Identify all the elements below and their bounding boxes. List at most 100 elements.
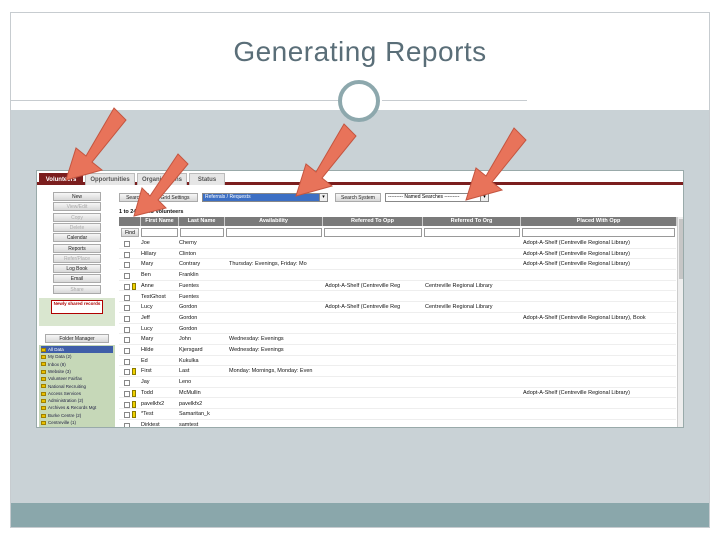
cell-first: Dirktest [141,421,160,428]
cell-first: Hillary [141,250,157,257]
row-checkbox[interactable] [124,401,130,408]
grid-scrollbar[interactable] [677,217,683,427]
folder-item[interactable]: Administration (2) [41,397,83,404]
row-checkbox[interactable] [124,251,130,258]
table-row[interactable]: Hilde Kjersgard Wednesday: Evenings [119,345,676,356]
table-row[interactable]: Lucy Gordon [119,324,676,335]
folder-label: Volunteer Fairfax [48,376,83,382]
cell-placed: Adopt-A-Shelf (Centreville Regional Libr… [523,261,630,268]
row-checkbox[interactable] [124,380,130,387]
table-row[interactable]: Ben Franklin [119,270,676,281]
folder-label: My Data (2) [48,354,72,360]
filter-referred-to-opp[interactable] [324,228,422,237]
table-row[interactable]: Anne Fuentes Adopt-A-Shelf (Centreville Re… [119,281,676,292]
footer-band [11,503,709,527]
folder-label: Archives & Records Mgt [48,405,97,411]
cell-placed: Adopt-A-Shelf (Centreville Regional Libr… [523,314,646,321]
cell-first: Ed [141,357,148,364]
folder-manager-button[interactable]: Folder Manager [45,334,109,343]
sidebar-button-refer-place[interactable]: Refer/Place [53,253,101,263]
row-checkbox[interactable] [124,294,130,301]
row-checkbox[interactable] [124,369,130,376]
find-button[interactable]: Find [121,228,139,237]
sidebar-button-share[interactable]: Share [53,284,101,294]
cell-avail: Wednesday: Evenings [229,347,284,353]
row-checkbox[interactable] [124,390,130,397]
row-checkbox[interactable] [124,412,130,419]
row-checkbox[interactable] [124,262,130,269]
folder-item[interactable]: Website (3) [41,368,71,375]
folder-item[interactable]: All Data [41,346,113,353]
row-checkbox[interactable] [124,273,130,280]
cell-last: Samaritan_k [179,411,210,418]
sidebar-button-email[interactable]: Email [53,274,101,284]
cell-ref-opp: Adopt-A-Shelf (Centreville Reg [325,282,401,289]
folder-icon [41,406,46,411]
row-checkbox[interactable] [124,283,130,290]
row-checkbox[interactable] [124,241,130,247]
newly-shared-records-link[interactable]: Newly shared records [51,300,103,314]
folder-item[interactable]: Chantilly (1) [41,426,72,427]
folder-tree: All Data My Data (2) Inbox (8) Website (3) V… [39,345,115,427]
note-flag-icon [132,400,136,408]
view-select-value: Referrals / Requests [205,194,251,200]
table-row[interactable]: pavelkfx2 pavelkfx2 [119,399,676,410]
table-row[interactable]: Hillary Clinton Adopt-A-Shelf (Centreville… [119,249,676,260]
cell-last: Contrary [179,261,201,268]
row-checkbox[interactable] [124,305,130,312]
sidebar-button-view-edit[interactable]: View/Edit [53,202,101,212]
table-row[interactable]: Joe Cherny Adopt-A-Shelf (Centreville Regi… [119,238,676,249]
row-checkbox[interactable] [124,315,130,322]
table-row[interactable]: First Last Monday: Mornings, Monday: Even [119,366,676,378]
sidebar-button-new[interactable]: New [53,192,101,201]
cell-last: McMullin [179,389,201,396]
folder-label: National Recruiting [48,383,87,389]
sidebar-button-copy[interactable]: Copy [53,212,101,222]
cell-avail: Wednesday: Evenings [229,336,284,343]
folder-icon [41,369,46,374]
folder-item[interactable]: Volunteer Fairfax [41,375,82,382]
column-header-availability[interactable]: Availability [225,217,323,226]
sidebar-button-log-book[interactable]: Log Book [53,264,101,274]
table-row[interactable]: Jay Leno [119,377,676,388]
cell-first: *Test [141,411,154,418]
cell-first: Joe [141,240,150,246]
sidebar-button-calendar[interactable]: Calendar [53,233,101,243]
table-row[interactable]: Todd McMullin Adopt-A-Shelf (Centreville R… [119,388,676,399]
row-checkbox[interactable] [124,422,130,427]
folder-item[interactable]: National Recruiting [41,383,86,390]
column-header-placed-with-opp[interactable]: Placed With Opp [521,217,677,226]
column-header-referred-to-org[interactable]: Referred To Org [423,217,521,226]
column-header-referred-to-opp[interactable]: Referred To Opp [323,217,423,226]
folder-item[interactable]: Access Services [41,390,81,397]
sidebar-button-delete[interactable]: Delete [53,222,101,232]
table-row[interactable]: Jeff Gordon Adopt-A-Shelf (Centreville Reg… [119,313,676,324]
row-checkbox[interactable] [124,337,130,344]
folder-item[interactable]: Inbox (8) [41,361,66,368]
folder-item[interactable]: My Data (2) [41,353,72,360]
row-checkbox[interactable] [124,358,130,365]
filter-placed-with-opp[interactable] [522,228,675,237]
filter-first-name[interactable] [141,228,178,237]
scroll-thumb[interactable] [679,219,683,279]
table-row[interactable]: Dirktest samtest [119,420,676,428]
table-row[interactable]: Mary Contrary Thursday: Evenings, Friday: … [119,259,676,271]
filter-referred-to-org[interactable] [424,228,520,237]
table-row[interactable]: *Test Samaritan_k [119,409,676,420]
row-checkbox[interactable] [124,326,130,333]
tab-status[interactable]: Status [189,173,225,185]
folder-item[interactable]: Centreville (1) [41,419,76,426]
filter-availability[interactable] [226,228,322,237]
filter-last-name[interactable] [180,228,224,237]
arrow-to-reports-button [133,153,189,217]
note-flag-icon [132,368,136,376]
table-row[interactable]: Lucy Gordon Adopt-A-Shelf (Centreville Reg… [119,302,676,313]
table-row[interactable]: Ed Kukulka [119,356,676,367]
sidebar-button-reports[interactable]: Reports [53,243,101,253]
cell-placed: Adopt-A-Shelf (Centreville Regional Libr… [523,240,630,246]
table-row[interactable]: Mary John Wednesday: Evenings [119,334,676,345]
folder-item[interactable]: Burke Centre (2) [41,412,81,419]
table-row[interactable]: TestGhost Fuentes [119,292,676,303]
folder-item[interactable]: Archives & Records Mgt [41,404,96,411]
row-checkbox[interactable] [124,348,130,354]
